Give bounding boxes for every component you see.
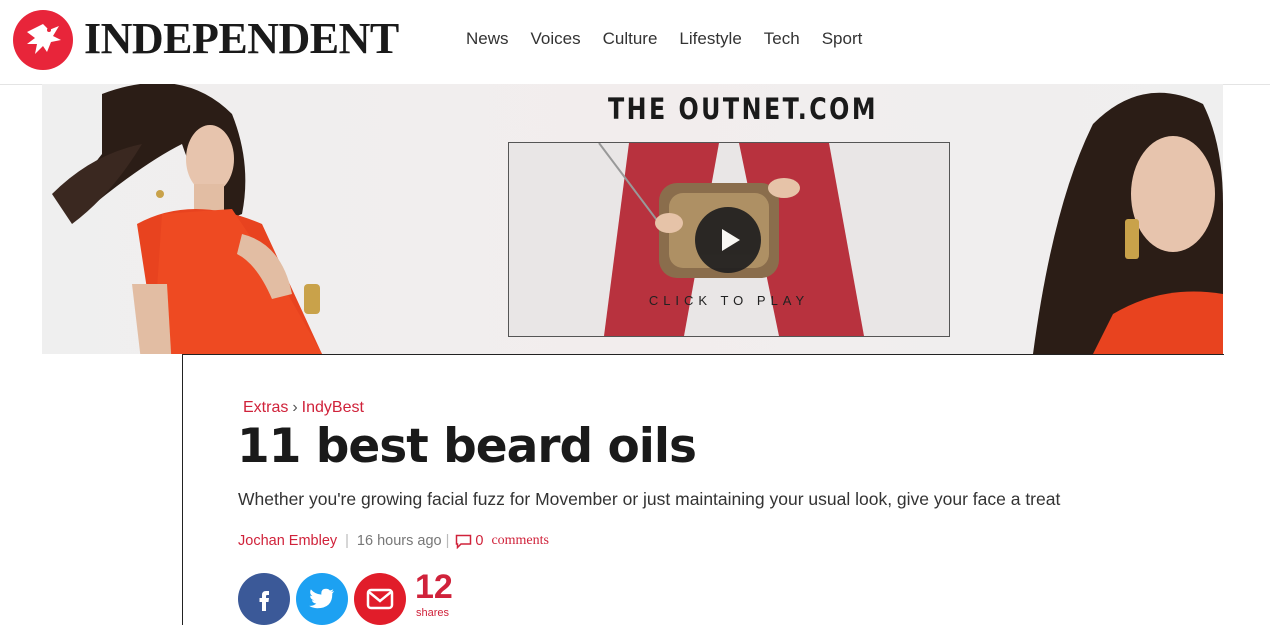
facebook-icon[interactable] — [238, 573, 290, 625]
comment-count: 0 — [475, 533, 484, 549]
article-card: Extras › IndyBest 11 best beard oils Wheth… — [182, 354, 1224, 625]
site-header: INDEPENDENT News Voices Culture Lifestyl… — [0, 0, 1270, 85]
ad-brand-logo: THE OUTNET.COM — [608, 92, 878, 126]
comments-link[interactable]: 0 comments — [455, 531, 549, 551]
play-icon[interactable] — [695, 207, 761, 273]
advert-banner[interactable]: THE OUTNET.COM CLICK TO PLAY — [42, 84, 1223, 354]
click-to-play-label[interactable]: CLICK TO PLAY — [509, 293, 949, 308]
byline-divider: | — [345, 533, 349, 549]
byline-divider: | — [445, 533, 450, 549]
article-standfirst: Whether you're growing facial fuzz for M… — [238, 489, 1061, 509]
nav-news[interactable]: News — [466, 27, 509, 51]
comment-icon — [456, 534, 472, 549]
breadcrumb-separator: › — [292, 399, 298, 416]
nav-tech[interactable]: Tech — [764, 27, 800, 51]
nav-culture[interactable]: Culture — [603, 27, 658, 51]
model-left-image — [52, 84, 322, 354]
site-wordmark[interactable]: INDEPENDENT — [84, 14, 399, 64]
share-count: 12 — [415, 568, 453, 606]
main-nav: News Voices Culture Lifestyle Tech Sport — [466, 27, 884, 51]
breadcrumb: Extras › IndyBest — [243, 399, 364, 417]
share-buttons — [238, 573, 406, 625]
article-title: 11 best beard oils — [237, 419, 697, 474]
breadcrumb-indybest[interactable]: IndyBest — [302, 399, 364, 416]
publish-time: 16 hours ago — [356, 533, 442, 549]
article-byline: Jochan Embley | 16 hours ago | 0 comment… — [238, 531, 549, 551]
ad-video-player[interactable]: CLICK TO PLAY — [508, 142, 950, 337]
nav-lifestyle[interactable]: Lifestyle — [679, 27, 741, 51]
nav-sport[interactable]: Sport — [822, 27, 863, 51]
eagle-logo-icon[interactable] — [13, 10, 73, 70]
breadcrumb-extras[interactable]: Extras — [243, 399, 288, 416]
comment-label: comments — [491, 533, 549, 548]
twitter-icon[interactable] — [296, 573, 348, 625]
share-label: shares — [416, 607, 450, 619]
author-link[interactable]: Jochan Embley — [238, 531, 337, 551]
nav-voices[interactable]: Voices — [531, 27, 581, 51]
model-right-image — [1033, 92, 1223, 354]
email-icon[interactable] — [354, 573, 406, 625]
